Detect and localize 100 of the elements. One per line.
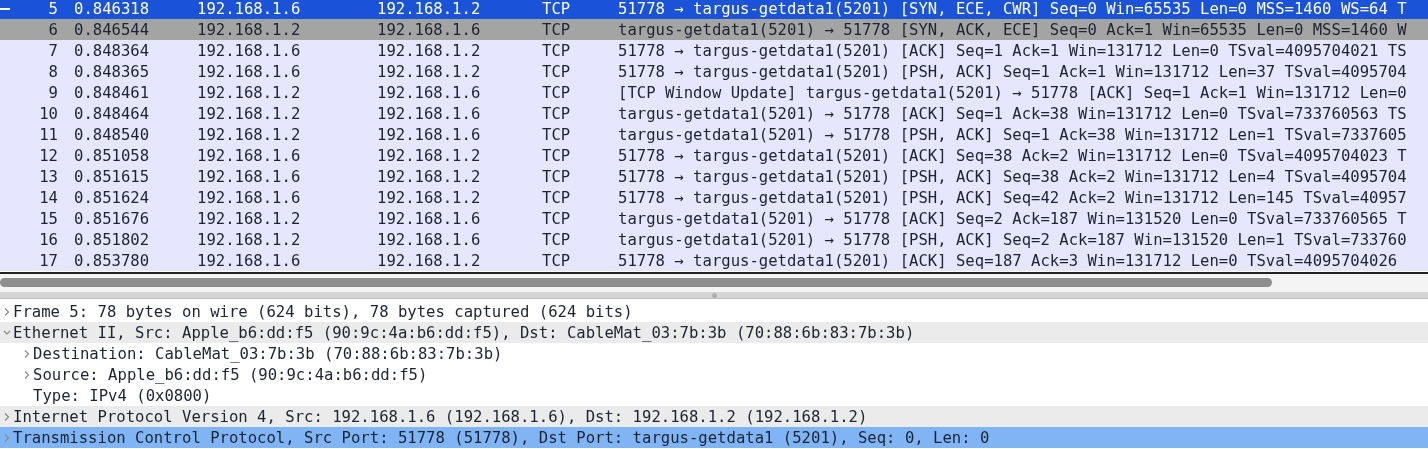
packet-number: 13: [38, 167, 58, 186]
packet-time: 0.851624: [73, 188, 151, 207]
packet-row[interactable]: 6 0.846544 192.168.1.2 192.168.1.6 TCP targus-getdata1(5201) → 51778 [SYN, ACK, ECE] Seq=0 Ack=1 Win=65535 Len=0 MSS=1460 W: [0, 19, 1428, 40]
packet-protocol: TCP: [542, 83, 572, 102]
packet-time: 0.853780: [73, 251, 151, 270]
packet-time: 0.848464: [73, 104, 151, 123]
chevron-right-icon[interactable]: [2, 432, 11, 443]
packet-source: 192.168.1.6: [197, 167, 302, 186]
packet-protocol: TCP: [542, 125, 572, 144]
packet-time: 0.848540: [73, 125, 151, 144]
packet-source: 192.168.1.2: [197, 83, 302, 102]
packet-protocol: TCP: [542, 146, 572, 165]
chevron-right-icon[interactable]: [2, 306, 11, 317]
packet-source: 192.168.1.6: [197, 62, 302, 81]
tree-item-label: Source: Apple_b6:dd:f5 (90:9c:4a:b6:dd:f5): [33, 365, 428, 384]
packet-source: 192.168.1.6: [197, 251, 302, 270]
packet-source: 192.168.1.6: [197, 0, 302, 18]
packet-number: 10: [38, 104, 58, 123]
packet-destination: 192.168.1.6: [377, 230, 482, 249]
packet-info: targus-getdata1(5201) → 51778 [PSH, ACK] Seq=2 Ack=187 Win=131520 Len=1 TSval=733760: [618, 230, 1407, 249]
packet-time: 0.846544: [73, 20, 151, 39]
packet-number: 15: [38, 209, 58, 228]
packet-number: 11: [38, 125, 58, 144]
packet-time: 0.851676: [73, 209, 151, 228]
scrollbar-thumb[interactable]: [0, 278, 1272, 287]
packet-protocol: TCP: [542, 188, 572, 207]
tree-item-label: Internet Protocol Version 4, Src: 192.168.1.6 (192.168.1.6), Dst: 192.168.1.2 (192.168.1.2): [13, 407, 868, 426]
packet-time: 0.848365: [73, 62, 151, 81]
packet-info: 51778 → targus-getdata1(5201) [PSH, ACK] Seq=1 Ack=1 Win=131712 Len=37 TSval=4095704: [618, 62, 1407, 81]
packet-source: 192.168.1.2: [197, 209, 302, 228]
packet-destination: 192.168.1.2: [377, 41, 482, 60]
packet-info: targus-getdata1(5201) → 51778 [ACK] Seq=1 Ack=38 Win=131712 Len=0 TSval=733760563 TS: [618, 104, 1407, 123]
packet-protocol: TCP: [542, 41, 572, 60]
packet-source: 192.168.1.6: [197, 188, 302, 207]
tree-item-label: Frame 5: 78 bytes on wire (624 bits), 78 bytes captured (624 bits): [13, 302, 633, 321]
packet-source: 192.168.1.2: [197, 230, 302, 249]
packet-info: 51778 → targus-getdata1(5201) [PSH, ACK] Seq=42 Ack=2 Win=131712 Len=145 TSval=40957: [618, 188, 1407, 207]
packet-time: 0.848461: [73, 83, 151, 102]
packet-protocol: TCP: [542, 20, 572, 39]
packet-protocol: TCP: [542, 209, 572, 228]
packet-number: 9: [47, 83, 58, 102]
packet-info: targus-getdata1(5201) → 51778 [PSH, ACK] Seq=1 Ack=38 Win=131712 Len=1 TSval=7337605: [618, 125, 1407, 144]
tree-row[interactable]: Ethernet II, Src: Apple_b6:dd:f5 (90:9c:4a:b6:dd:f5), Dst: CableMat_03:7b:3b (70:88:6b:83:7b:3b): [0, 322, 1428, 343]
packet-number: 6: [47, 20, 58, 39]
tree-row[interactable]: Internet Protocol Version 4, Src: 192.168.1.6 (192.168.1.6), Dst: 192.168.1.2 (192.168.1.2): [0, 406, 1428, 427]
tree-item-label: Transmission Control Protocol, Src Port: 51778 (51778), Dst Port: targus-getdata1 (5201), Seq: 0, Len: 0: [13, 428, 990, 447]
packet-row[interactable]: 5 0.846318 192.168.1.6 192.168.1.2 TCP 51778 → targus-getdata1(5201) [SYN, ECE, CWR] Seq=0 Win=65535 Len=0 MSS=1460 WS=64 T: [0, 0, 1428, 19]
tree-item-label: Type: IPv4 (0x0800): [33, 386, 212, 405]
packet-protocol: TCP: [542, 230, 572, 249]
packet-source: 192.168.1.6: [197, 146, 302, 165]
packet-destination: 192.168.1.2: [377, 0, 482, 18]
chevron-right-icon[interactable]: [22, 369, 31, 380]
packet-destination: 192.168.1.2: [377, 251, 482, 270]
packet-source: 192.168.1.6: [197, 41, 302, 60]
splitter-grip-icon: [711, 292, 717, 298]
packet-info: [TCP Window Update] targus-getdata1(5201) → 51778 [ACK] Seq=1 Ack=1 Win=131712 Len=0: [618, 83, 1407, 102]
packet-info: 51778 → targus-getdata1(5201) [ACK] Seq=38 Ack=2 Win=131712 Len=0 TSval=4095704023 T: [618, 146, 1407, 165]
packet-number: 12: [38, 146, 58, 165]
packet-protocol: TCP: [542, 251, 572, 270]
packet-protocol: TCP: [542, 167, 572, 186]
tree-row[interactable]: Type: IPv4 (0x0800): [0, 385, 1428, 406]
packet-protocol: TCP: [542, 62, 572, 81]
packet-number: 14: [38, 188, 58, 207]
tree-row[interactable]: Frame 5: 78 bytes on wire (624 bits), 78 bytes captured (624 bits): [0, 301, 1428, 322]
packet-info: targus-getdata1(5201) → 51778 [SYN, ACK, ECE] Seq=0 Ack=1 Win=65535 Len=0 MSS=1460 W: [618, 20, 1407, 39]
packet-info: targus-getdata1(5201) → 51778 [ACK] Seq=2 Ack=187 Win=131520 Len=0 TSval=733760565 T: [618, 209, 1407, 228]
horizontal-scrollbar[interactable]: [0, 272, 1428, 292]
packet-protocol: TCP: [542, 104, 572, 123]
packet-destination: 192.168.1.6: [377, 20, 482, 39]
packet-number: 17: [38, 251, 58, 270]
packet-time: 0.851802: [73, 230, 151, 249]
packet-info: 51778 → targus-getdata1(5201) [SYN, ECE, CWR] Seq=0 Win=65535 Len=0 MSS=1460 WS=64 T: [618, 0, 1407, 18]
packet-time: 0.846318: [73, 0, 151, 18]
tree-item-label: Destination: CableMat_03:7b:3b (70:88:6b:83:7b:3b): [33, 344, 503, 363]
tree-item-label: Ethernet II, Src: Apple_b6:dd:f5 (90:9c:4a:b6:dd:f5), Dst: CableMat_03:7b:3b (70:88:6b:83:7b:3b): [13, 323, 915, 342]
packet-destination: 192.168.1.2: [377, 146, 482, 165]
packet-number: 8: [47, 62, 58, 81]
packet-time: 0.851615: [73, 167, 151, 186]
packet-destination: 192.168.1.6: [377, 125, 482, 144]
tree-row[interactable]: Destination: CableMat_03:7b:3b (70:88:6b:83:7b:3b): [0, 343, 1428, 364]
tree-row[interactable]: Transmission Control Protocol, Src Port: 51778 (51778), Dst Port: targus-getdata1 (5201), Seq: 0, Len: 0: [0, 427, 1428, 448]
packet-time: 0.848364: [73, 41, 151, 60]
packet-destination: 192.168.1.6: [377, 209, 482, 228]
packet-number: 16: [38, 230, 58, 249]
packet-info: 51778 → targus-getdata1(5201) [ACK] Seq=187 Ack=3 Win=131712 Len=0 TSval=4095704026: [618, 251, 1398, 270]
packet-time: 0.851058: [73, 146, 151, 165]
chevron-right-icon[interactable]: [2, 411, 11, 422]
packet-destination: 192.168.1.2: [377, 188, 482, 207]
packet-destination: 192.168.1.2: [377, 62, 482, 81]
packet-number: 7: [47, 41, 58, 60]
packet-destination: 192.168.1.6: [377, 83, 482, 102]
packet-number: 5: [47, 0, 58, 18]
packet-info: 51778 → targus-getdata1(5201) [ACK] Seq=1 Ack=1 Win=131712 Len=0 TSval=4095704021 TS: [618, 41, 1407, 60]
packet-protocol: TCP: [542, 0, 572, 18]
packet-source: 192.168.1.2: [197, 20, 302, 39]
chevron-right-icon[interactable]: [22, 348, 31, 359]
packet-destination: 192.168.1.2: [377, 167, 482, 186]
packet-source: 192.168.1.2: [197, 104, 302, 123]
packet-source: 192.168.1.2: [197, 125, 302, 144]
tree-row[interactable]: Source: Apple_b6:dd:f5 (90:9c:4a:b6:dd:f5): [0, 364, 1428, 385]
